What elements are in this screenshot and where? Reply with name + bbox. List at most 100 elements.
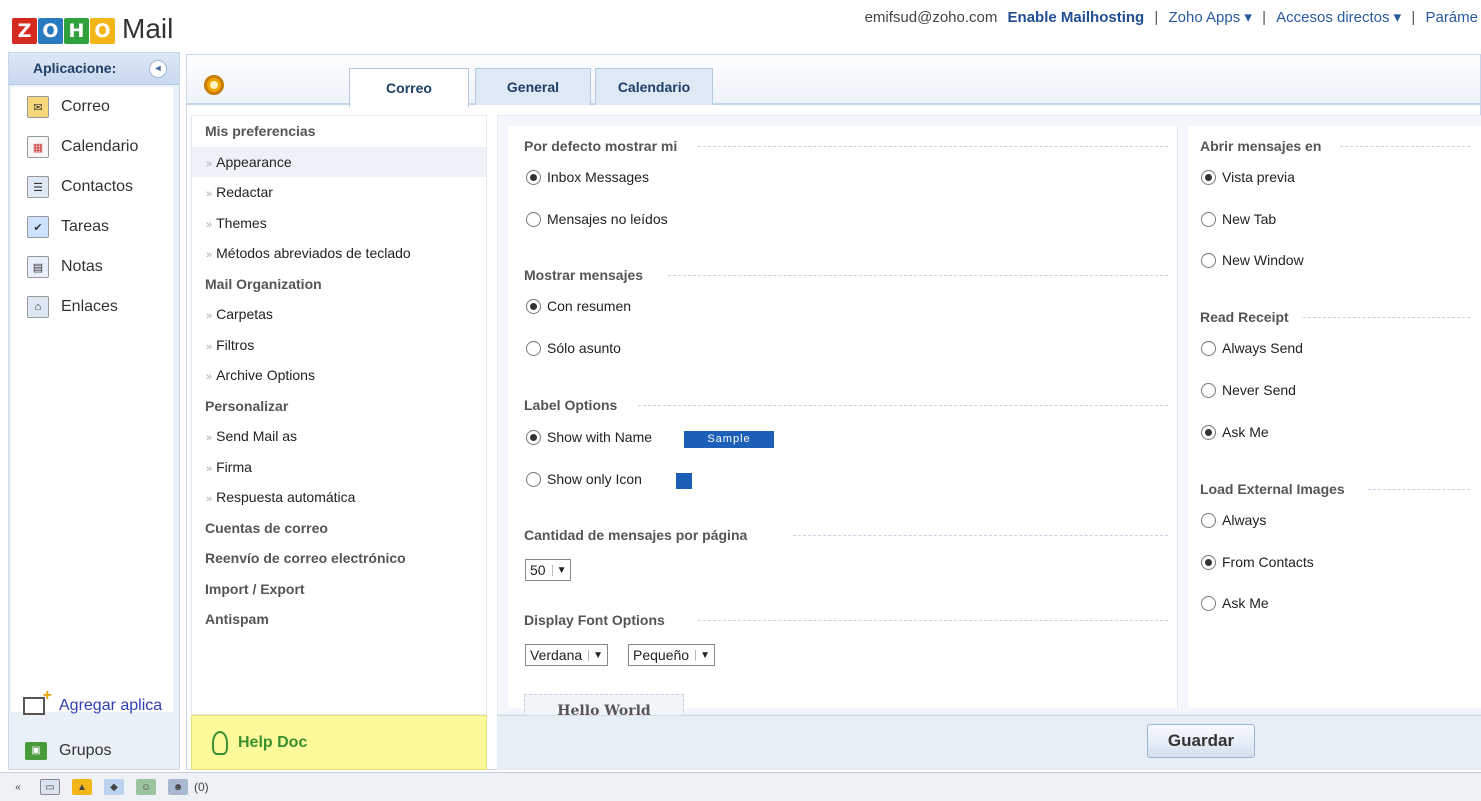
contacts-group-icon[interactable]: ☺ [136,779,156,795]
radio-dot [1201,595,1216,611]
radio-never-send[interactable]: Never Send [1201,382,1296,398]
font-size-select[interactable]: Pequeño ▼ [628,644,715,666]
notes-icon: ▤ [27,256,49,278]
pref-section-antispam[interactable]: Antispam [192,604,486,635]
messages-per-page-select[interactable]: 50 ▼ [525,559,572,581]
pref-item-filtros[interactable]: » Filtros [192,330,486,361]
save-button[interactable]: Guardar [1147,724,1255,758]
pref-item-respuesta[interactable]: » Respuesta automática [192,482,486,513]
radio-receipt-ask-me[interactable]: Ask Me [1201,424,1269,440]
collapse-icon[interactable]: « [8,779,28,795]
radio-dot [526,298,541,314]
add-application-link[interactable]: Agregar aplica [23,687,163,715]
radio-images-from-contacts[interactable]: From Contacts [1201,554,1314,570]
pref-item-send-mail-as[interactable]: » Send Mail as [192,421,486,452]
pref-item-metodos[interactable]: » Métodos abreviados de teclado [192,238,486,269]
pref-section-personalizar[interactable]: Personalizar [192,391,486,422]
radio-new-window[interactable]: New Window [1201,252,1304,268]
preferences-nav: Mis preferencias » Appearance » Redactar »… [191,115,487,715]
app-item-notas[interactable]: ▤ Notas [11,247,173,287]
pref-section-reenvio[interactable]: Reenvío de correo electrónico [192,543,486,574]
radio-with-summary[interactable]: Con resumen [526,298,631,314]
logo-product-name: Mail [122,13,174,44]
app-item-enlaces[interactable]: ⌂ Enlaces [11,287,173,327]
radio-images-ask-me[interactable]: Ask Me [1201,595,1269,611]
chat-bubble-icon[interactable]: ◆ [104,779,124,795]
radio-new-tab[interactable]: New Tab [1201,211,1276,227]
radio-dot [1201,211,1216,227]
pref-item-firma[interactable]: » Firma [192,452,486,483]
radio-unread-messages[interactable]: Mensajes no leídos [526,211,668,227]
radio-inbox-messages[interactable]: Inbox Messages [526,169,649,185]
pref-item-redactar[interactable]: » Redactar [192,177,486,208]
radio-dot [526,471,541,487]
pref-item-label: Redactar [216,184,273,200]
radio-label: New Tab [1222,211,1277,227]
arrow-icon: » [206,371,213,383]
tab-calendario[interactable]: Calendario [595,68,713,105]
chevron-down-icon: ▼ [588,649,603,661]
radio-subject-only[interactable]: Sólo asunto [526,340,621,356]
apps-header: Aplicacione: ◂ [9,53,179,85]
radio-label: Ask Me [1222,595,1269,611]
radio-dot [1201,340,1216,356]
enable-mailhosting-link[interactable]: Enable Mailhosting [1008,9,1145,26]
zoho-apps-menu[interactable]: Zoho Apps ▾ [1168,9,1251,26]
user-status-icon[interactable]: ☻ [168,779,188,795]
radio-label: Inbox Messages [547,169,649,185]
nav-separator: | [1262,9,1266,26]
params-link[interactable]: Paráme [1425,9,1478,26]
app-item-contactos[interactable]: ☰ Contactos [11,167,173,207]
select-value: Pequeño [633,647,690,663]
shortcuts-menu[interactable]: Accesos directos ▾ [1276,9,1401,26]
pref-item-label: Respuesta automática [216,489,356,505]
alert-icon[interactable]: ▲ [72,779,92,795]
groups-button[interactable]: ▣ Grupos [9,733,179,769]
radio-dot [1201,169,1216,185]
save-bar: Guardar [497,715,1481,770]
pref-section-cuentas[interactable]: Cuentas de correo [192,513,486,544]
group-divider [1303,317,1470,318]
tab-general[interactable]: General [475,68,591,105]
app-item-label: Calendario [61,138,139,155]
group-divider [638,405,1168,406]
radio-label: Show with Name [547,429,653,445]
app-item-tareas[interactable]: ✔ Tareas [11,207,173,247]
collapse-sidebar-button[interactable]: ◂ [149,60,167,78]
radio-images-always[interactable]: Always [1201,512,1266,528]
select-value: Verdana [530,647,583,663]
radio-preview[interactable]: Vista previa [1201,169,1295,185]
radio-label: Always [1222,512,1267,528]
pref-item-archive[interactable]: » Archive Options [192,360,486,391]
app-item-correo[interactable]: ✉ Correo [11,87,173,127]
font-family-select[interactable]: Verdana ▼ [525,644,609,666]
pref-item-themes[interactable]: » Themes [192,208,486,239]
zoho-mail-logo[interactable]: Z O H O Mail [12,8,173,44]
tab-correo[interactable]: Correo [349,68,469,107]
radio-show-only-icon[interactable]: Show only Icon [526,471,642,487]
add-application-label: Agregar aplica [59,697,163,714]
radio-show-with-name[interactable]: Show with Name [526,429,652,445]
radio-label: From Contacts [1222,554,1314,570]
pref-item-appearance[interactable]: » Appearance [192,146,486,177]
app-item-label: Notas [61,258,103,275]
top-bar: Z O H O Mail emifsud@zoho.com Enable Mai… [0,0,1481,50]
app-item-calendario[interactable]: ▦ Calendario [11,127,173,167]
mail-icon: ✉ [27,96,49,118]
appearance-settings: Por defecto mostrar mi Inbox Messages Me… [497,115,1481,726]
pref-item-carpetas[interactable]: » Carpetas [192,299,486,330]
pref-section-import-export[interactable]: Import / Export [192,574,486,605]
group-title-show-messages: Mostrar mensajes [524,267,644,283]
logo-letter: O [90,18,115,44]
radio-label: Show only Icon [547,471,642,487]
chat-window-icon[interactable]: ▭ [40,779,60,795]
zoho-logo-blocks: Z O H O [12,18,116,44]
radio-always-send[interactable]: Always Send [1201,340,1303,356]
group-divider [668,275,1168,276]
nav-separator: | [1411,9,1416,26]
group-divider [698,620,1168,621]
apps-title: Aplicacione: [33,60,117,76]
pref-section-mail-organization[interactable]: Mail Organization [192,269,486,300]
help-doc-link[interactable]: Help Doc [191,715,487,770]
apps-sidebar: Aplicacione: ◂ ✉ Correo ▦ Calendario ☰ C… [8,52,180,770]
